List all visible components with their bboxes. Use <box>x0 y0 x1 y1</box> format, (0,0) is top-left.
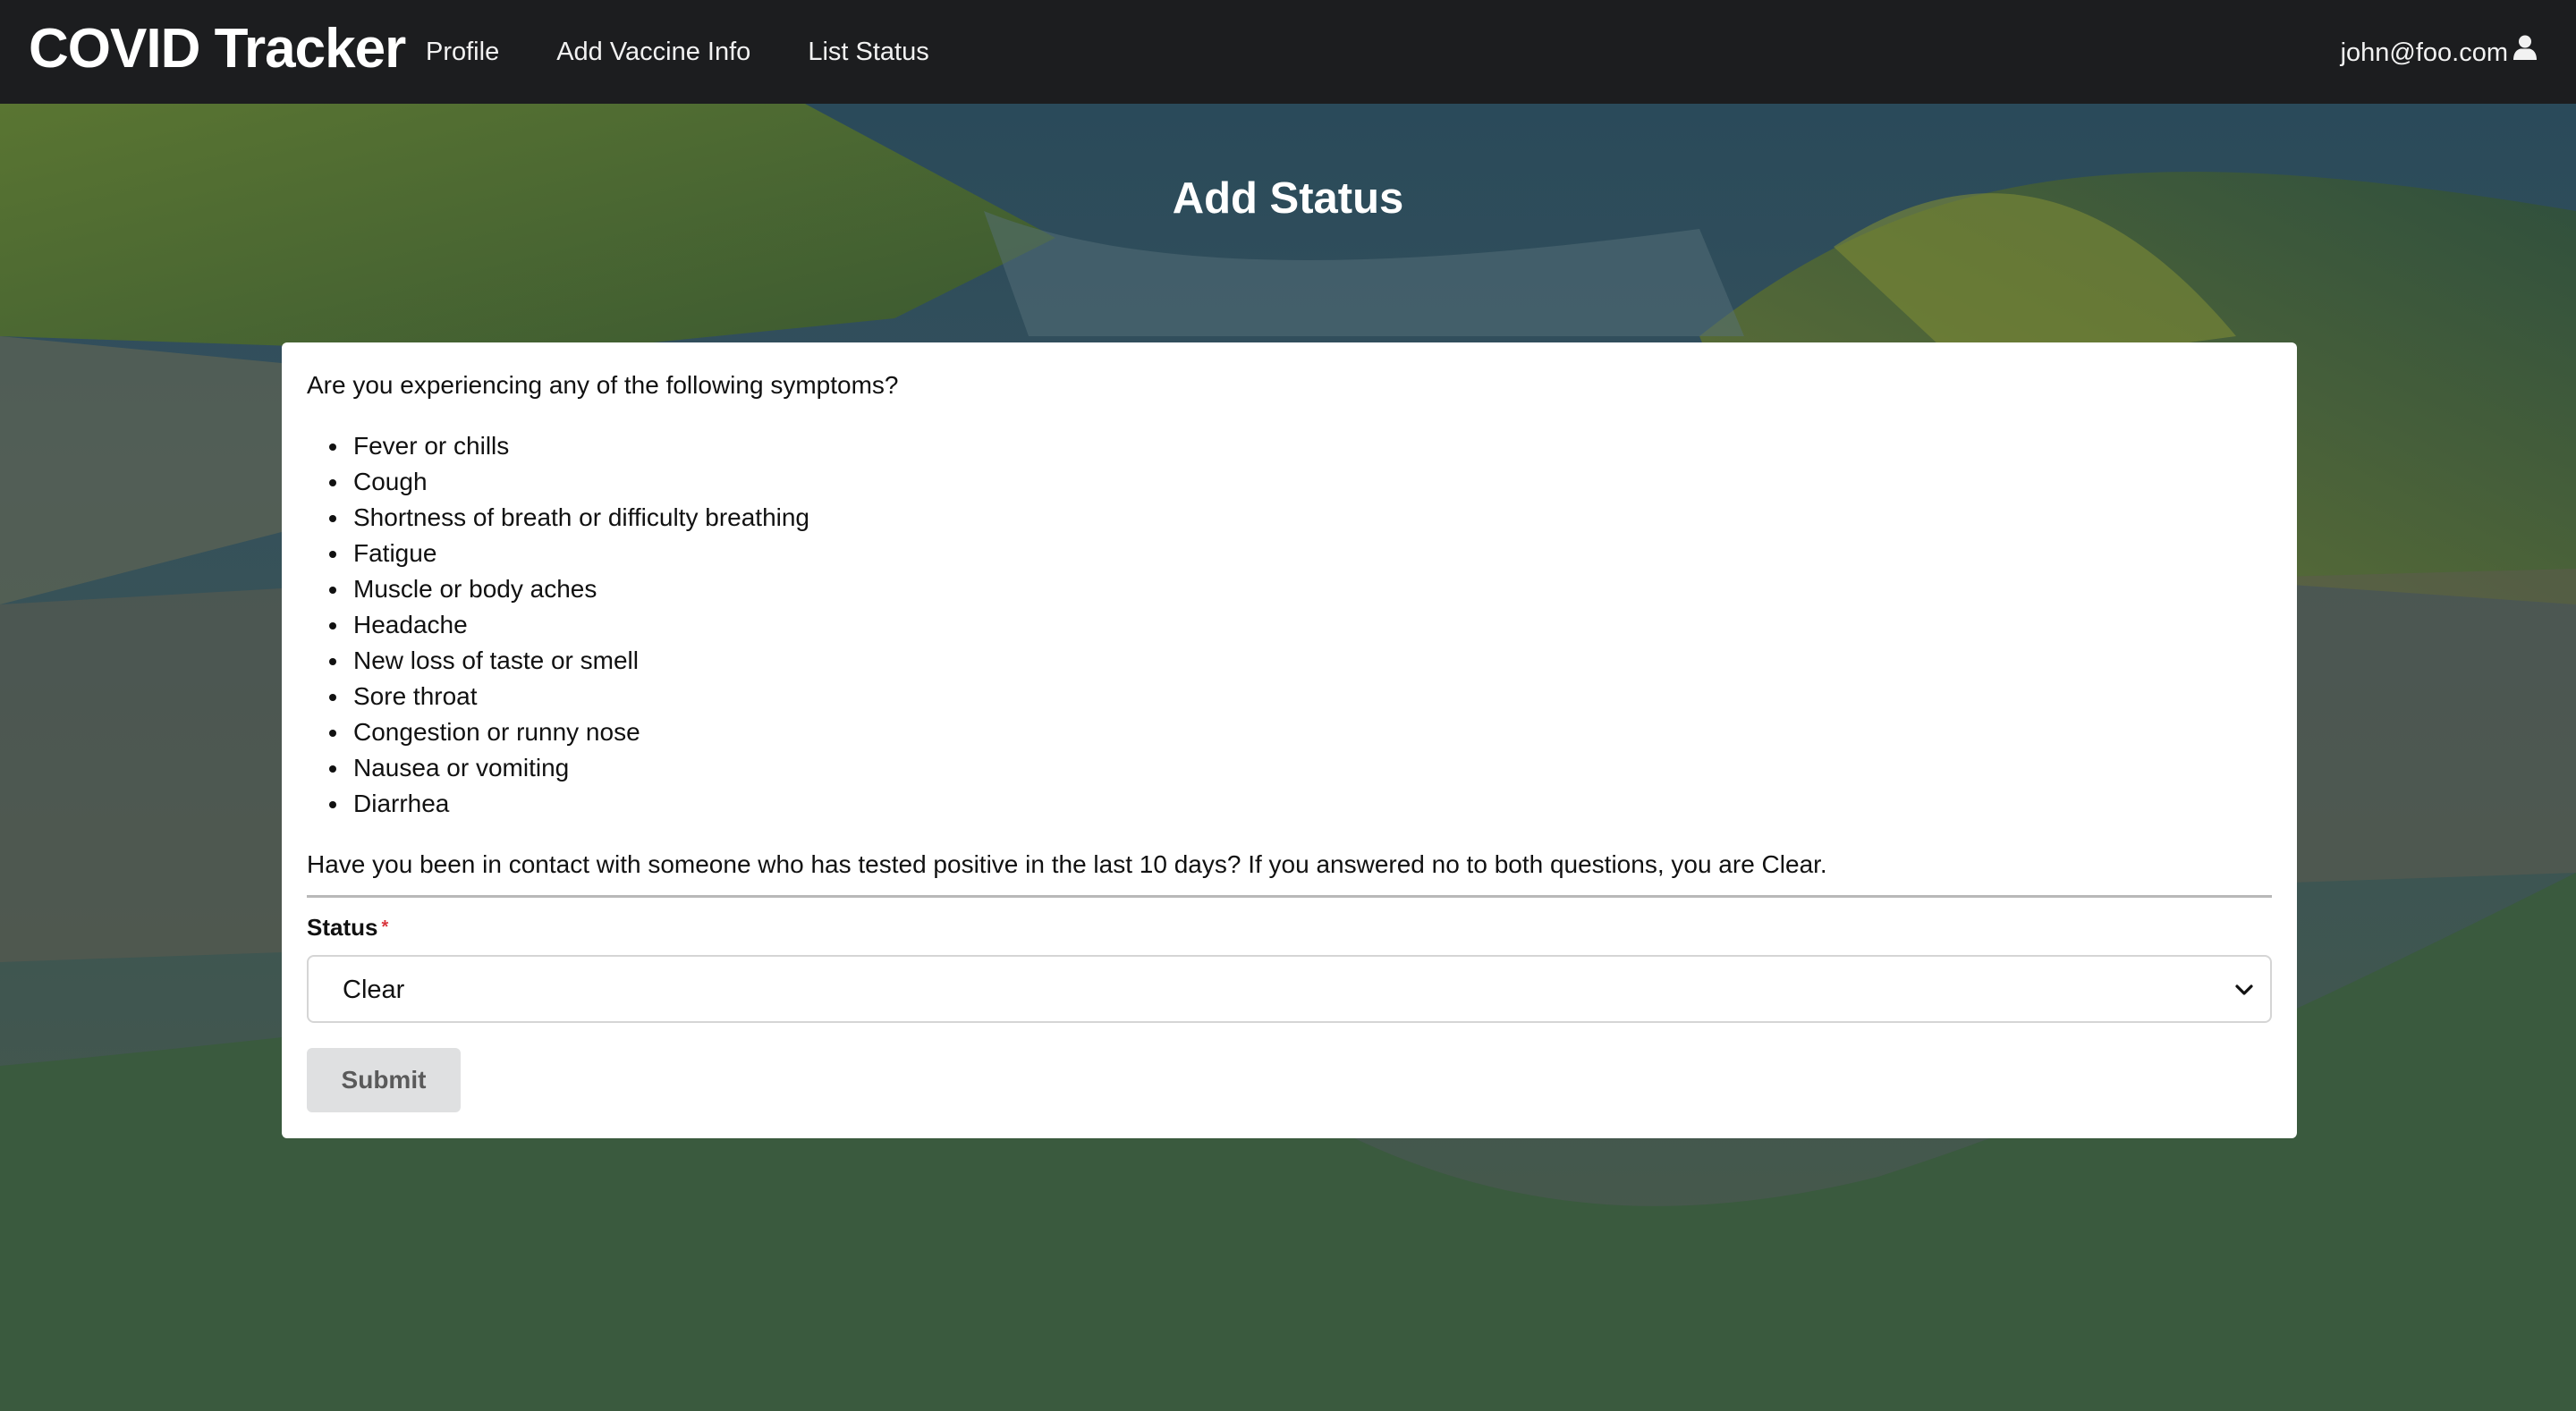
list-item: Muscle or body aches <box>328 571 809 607</box>
status-select-value: Clear <box>343 976 405 1004</box>
nav-link-list-status[interactable]: List Status <box>808 34 928 70</box>
list-item: Fever or chills <box>328 428 809 464</box>
list-item: Fatigue <box>328 536 809 571</box>
nav-links: Profile Add Vaccine Info List Status <box>426 34 987 70</box>
contact-question: Have you been in contact with someone wh… <box>307 850 1827 878</box>
required-mark: * <box>381 917 389 937</box>
user-email: john@foo.com <box>2340 38 2508 67</box>
submit-button[interactable]: Submit <box>307 1048 461 1112</box>
chevron-down-icon <box>2234 980 2254 1004</box>
navbar: COVID Tracker Profile Add Vaccine Info L… <box>0 0 2576 104</box>
divider <box>307 895 2272 898</box>
list-item: Shortness of breath or difficulty breath… <box>328 500 809 536</box>
list-item: New loss of taste or smell <box>328 643 809 679</box>
status-select[interactable]: Clear <box>307 955 2272 1023</box>
add-status-form-card: Are you experiencing any of the followin… <box>282 342 2297 1138</box>
list-item: Sore throat <box>328 679 809 714</box>
symptoms-list: Fever or chills Cough Shortness of breat… <box>328 428 809 822</box>
nav-link-profile[interactable]: Profile <box>426 34 499 70</box>
status-label: Status * <box>307 911 388 943</box>
list-item: Diarrhea <box>328 786 809 822</box>
page-title: Add Status <box>1172 174 1404 223</box>
status-label-text: Status <box>307 914 378 941</box>
list-item: Headache <box>328 607 809 643</box>
symptoms-question: Are you experiencing any of the followin… <box>307 371 899 399</box>
nav-link-add-vaccine-info[interactable]: Add Vaccine Info <box>556 34 750 70</box>
user-menu[interactable]: john@foo.com <box>2341 34 2538 71</box>
user-icon <box>2508 34 2538 71</box>
brand-title[interactable]: COVID Tracker <box>29 16 406 82</box>
list-item: Cough <box>328 464 809 500</box>
list-item: Congestion or runny nose <box>328 714 809 750</box>
list-item: Nausea or vomiting <box>328 750 809 786</box>
